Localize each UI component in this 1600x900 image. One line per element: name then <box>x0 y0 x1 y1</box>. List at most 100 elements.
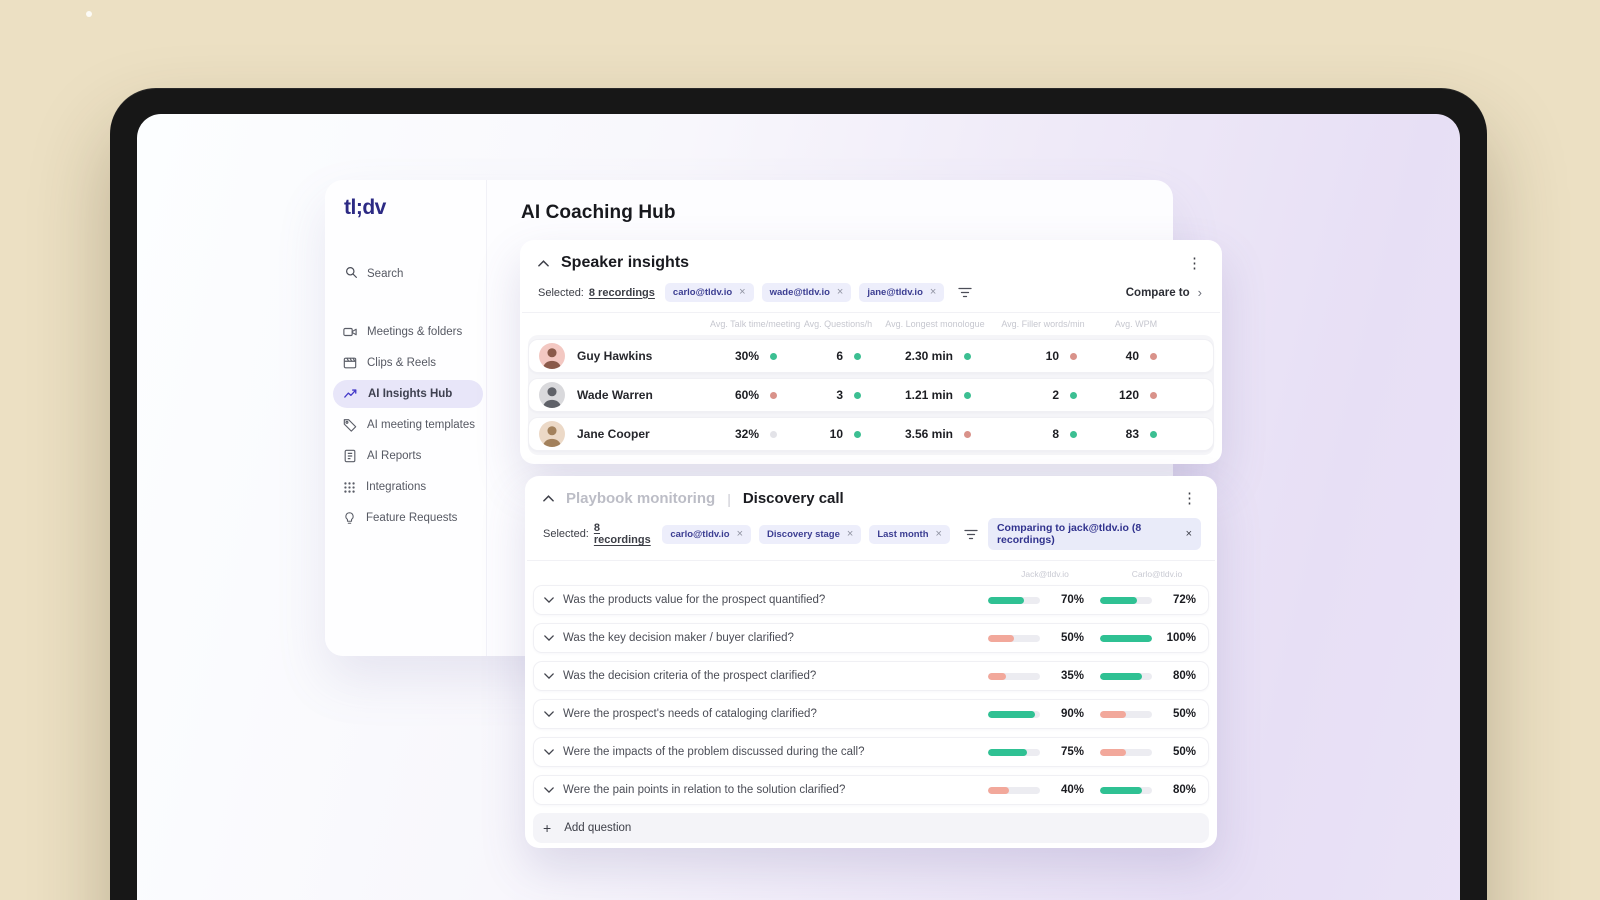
panel-title-muted: Playbook monitoring <box>566 490 716 507</box>
metric-status-dot <box>964 352 971 360</box>
comparing-badge[interactable]: Comparing to jack@tldv.io (8 recordings)… <box>987 518 1201 550</box>
progress-bar <box>988 596 1040 604</box>
filter-chip[interactable]: carlo@tldv.io × <box>662 524 752 544</box>
carlo-result: 80% <box>1100 784 1196 796</box>
metric-status-dot <box>964 391 971 399</box>
chevron-down-icon[interactable] <box>544 711 554 717</box>
question-row[interactable]: Were the pain points in relation to the … <box>533 775 1209 805</box>
question-text: Were the prospect's needs of cataloging … <box>563 708 817 720</box>
metric-value: 8 <box>1052 427 1059 441</box>
percent-value: 40% <box>1060 784 1084 796</box>
metric-cell: 3.56 min <box>881 427 991 441</box>
chevron-down-icon[interactable] <box>544 635 554 641</box>
chevron-right-icon: › <box>1197 285 1202 300</box>
percent-value: 35% <box>1060 670 1084 682</box>
filter-icon[interactable] <box>964 529 978 540</box>
close-icon[interactable]: × <box>1186 528 1192 540</box>
column-header: Avg. Longest monologue <box>885 319 985 329</box>
compare-to-button[interactable]: Compare to › <box>1126 285 1206 300</box>
metric-cell: 30% <box>711 349 797 363</box>
laptop-screen: tl;dv Search Meetings & folders Clips & … <box>137 114 1460 900</box>
metric-value: 3 <box>836 388 843 402</box>
metric-cell: 83 <box>1097 427 1177 441</box>
avatar <box>539 382 565 408</box>
question-text: Was the decision criteria of the prospec… <box>563 670 817 682</box>
metric-value: 83 <box>1125 427 1139 441</box>
question-row[interactable]: Were the prospect's needs of cataloging … <box>533 699 1209 729</box>
metric-value: 32% <box>734 427 759 441</box>
chevron-down-icon[interactable] <box>544 673 554 679</box>
speaker-filter-chips: carlo@tldv.io × wade@tldv.io × jane@tldv… <box>664 283 945 302</box>
metric-cell: 40 <box>1097 349 1177 363</box>
chevron-down-icon[interactable] <box>544 597 554 603</box>
sidebar-item-meetings-folders[interactable]: Meetings & folders <box>333 318 483 346</box>
column-label: Carlo@tldv.io <box>1131 569 1183 579</box>
lightbulb-icon <box>343 511 356 525</box>
speaker-row[interactable]: Guy Hawkins 30% 6 2.30 min 10 40 <box>528 339 1214 373</box>
progress-bar <box>1100 672 1152 680</box>
sidebar-item-feature-requests[interactable]: Feature Requests <box>333 504 483 532</box>
filter-icon[interactable] <box>958 287 972 298</box>
chevron-down-icon[interactable] <box>544 749 554 755</box>
percent-value: 50% <box>1172 708 1196 720</box>
remove-chip-icon[interactable]: × <box>847 528 853 540</box>
collapse-icon[interactable] <box>538 259 549 267</box>
metric-cell: 120 <box>1097 388 1177 402</box>
progress-bar <box>988 672 1040 680</box>
question-row[interactable]: Was the key decision maker / buyer clari… <box>533 623 1209 653</box>
remove-chip-icon[interactable]: × <box>930 287 936 298</box>
jack-result: 40% <box>988 784 1084 796</box>
percent-value: 100% <box>1166 632 1196 644</box>
remove-chip-icon[interactable]: × <box>737 528 743 540</box>
search-icon <box>345 266 358 282</box>
sidebar-item-ai-meeting-templates[interactable]: AI meeting templates <box>333 411 483 439</box>
search-button[interactable]: Search <box>345 266 403 282</box>
marketing-canvas: tl;dv Search Meetings & folders Clips & … <box>0 0 1600 900</box>
jack-result: 35% <box>988 670 1084 682</box>
metric-value: 6 <box>836 349 843 363</box>
add-question-button[interactable]: + Add question <box>533 813 1209 843</box>
metric-value: 10 <box>1045 349 1059 363</box>
jack-result: 70% <box>988 594 1084 606</box>
collapse-icon[interactable] <box>543 495 554 502</box>
report-icon <box>343 449 357 463</box>
column-label: Jack@tldv.io <box>1021 569 1069 579</box>
question-row[interactable]: Was the products value for the prospect … <box>533 585 1209 615</box>
speaker-row[interactable]: Wade Warren 60% 3 1.21 min 2 120 <box>528 378 1214 412</box>
sidebar-item-integrations[interactable]: Integrations <box>333 473 483 501</box>
plus-icon: + <box>543 820 552 836</box>
chevron-down-icon[interactable] <box>544 787 554 793</box>
percent-value: 50% <box>1060 632 1084 644</box>
filter-chip[interactable]: Last month × <box>869 524 950 544</box>
metric-cell: 6 <box>797 349 881 363</box>
question-row[interactable]: Was the decision criteria of the prospec… <box>533 661 1209 691</box>
metric-cell: 2 <box>991 388 1097 402</box>
filter-chip[interactable]: carlo@tldv.io × <box>664 283 754 302</box>
filter-chip[interactable]: jane@tldv.io × <box>859 283 945 302</box>
metric-value: 2.30 min <box>904 349 953 363</box>
question-row[interactable]: Were the impacts of the problem discusse… <box>533 737 1209 767</box>
sidebar-item-clips-reels[interactable]: Clips & Reels <box>333 349 483 377</box>
kebab-menu-icon[interactable]: ⋮ <box>1178 491 1201 506</box>
grid-dots-icon <box>343 481 356 494</box>
remove-chip-icon[interactable]: × <box>837 287 843 298</box>
comparison-column-labels: Jack@tldv.io Carlo@tldv.io <box>525 561 1217 581</box>
percent-value: 70% <box>1060 594 1084 606</box>
metric-value: 40 <box>1125 349 1139 363</box>
progress-bar <box>988 786 1040 794</box>
sidebar-item-ai-insights-hub[interactable]: AI Insights Hub <box>333 380 483 408</box>
sidebar-item-ai-reports[interactable]: AI Reports <box>333 442 483 470</box>
remove-chip-icon[interactable]: × <box>936 528 942 540</box>
filter-chip[interactable]: Discovery stage × <box>759 524 862 544</box>
selected-recordings-link[interactable]: 8 recordings <box>594 522 652 546</box>
selected-label: Selected: <box>538 286 584 299</box>
progress-bar <box>1100 710 1152 718</box>
speaker-row[interactable]: Jane Cooper 32% 10 3.56 min 8 83 <box>528 417 1214 451</box>
kebab-menu-icon[interactable]: ⋮ <box>1183 256 1206 271</box>
selected-recordings-link[interactable]: 8 recordings <box>589 287 655 299</box>
progress-bar <box>988 710 1040 718</box>
filter-chip[interactable]: wade@tldv.io × <box>761 283 852 302</box>
carlo-result: 72% <box>1100 594 1196 606</box>
remove-chip-icon[interactable]: × <box>739 287 745 298</box>
title-separator: | <box>727 490 731 507</box>
